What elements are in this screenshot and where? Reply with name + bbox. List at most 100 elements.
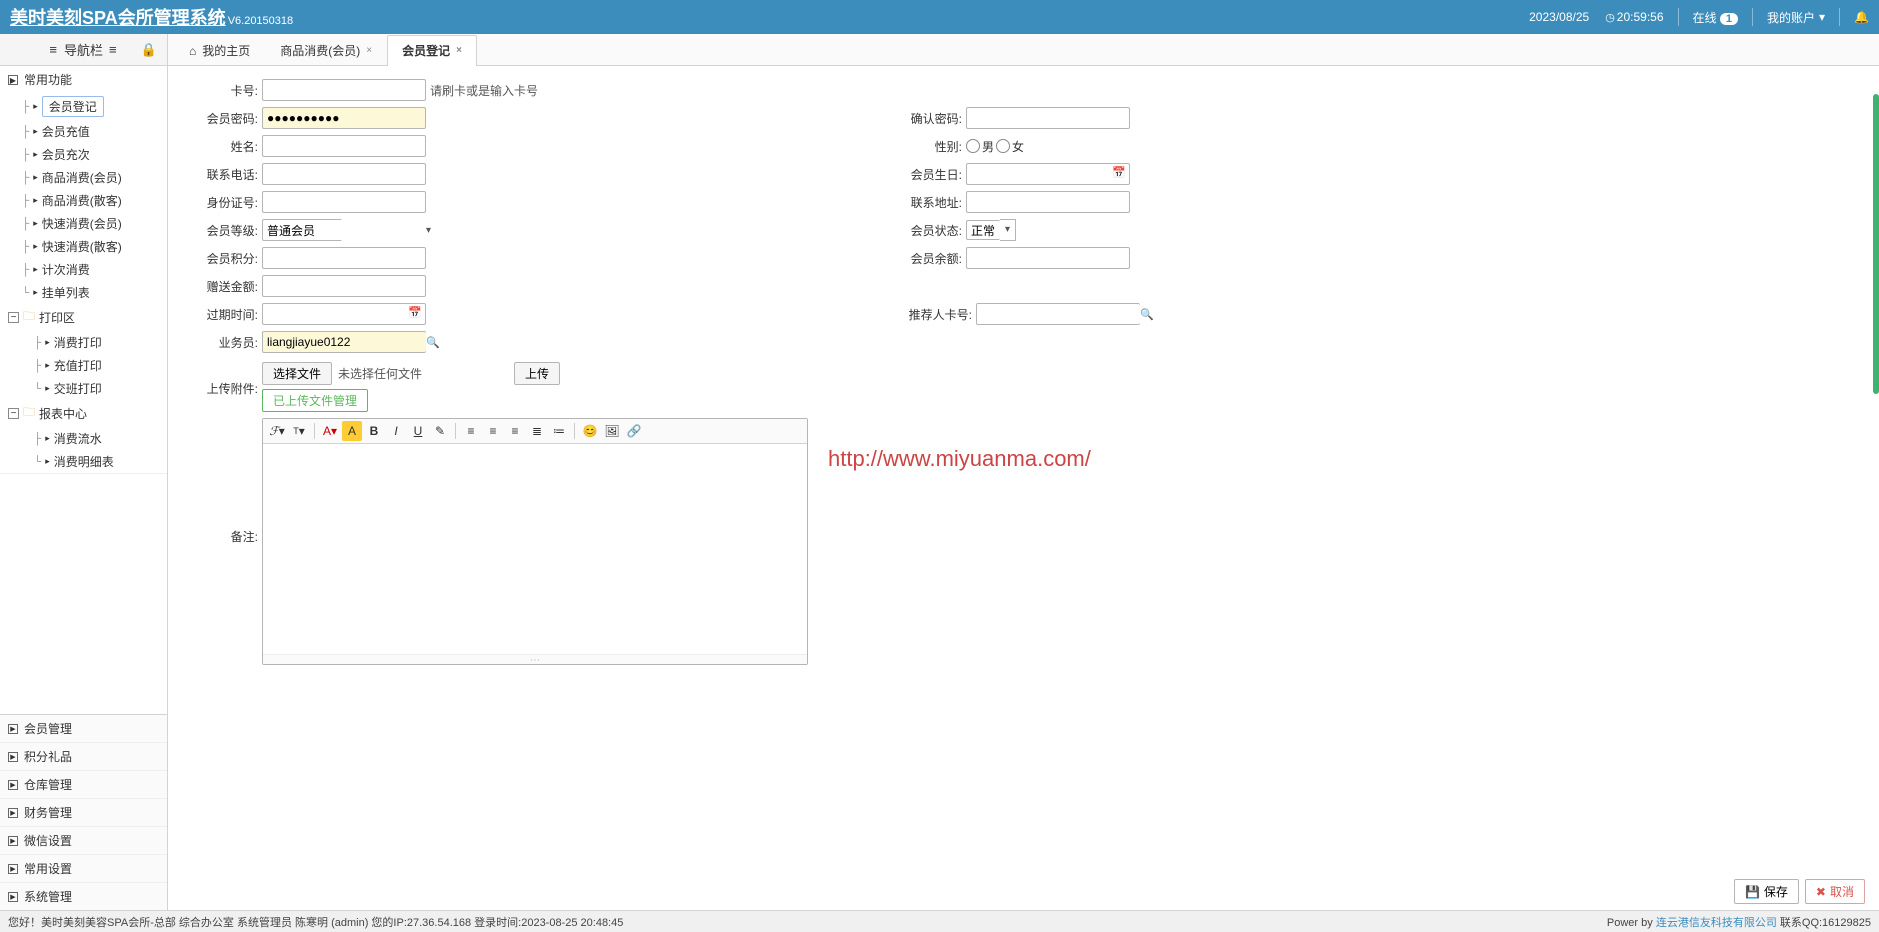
bonus-field[interactable] (262, 275, 426, 297)
sidebar-item-count-consume[interactable]: ├▸计次消费 (4, 258, 167, 281)
font-family-button[interactable]: ℱ▾ (267, 421, 287, 441)
footer-link[interactable]: 连云港信友科技有限公司 (1656, 917, 1777, 929)
password-field[interactable] (262, 107, 426, 129)
sidebar-item-consume-flow[interactable]: ├▸消费流水 (4, 427, 167, 450)
scrollbar[interactable] (1869, 34, 1879, 910)
ordered-list-button[interactable]: ≣ (527, 421, 547, 441)
sidebar-item-member-register[interactable]: ├▸会员登记 (4, 93, 167, 120)
footer: 您好！美时美刻美容SPA会所-总部 综合办公室 系统管理员 陈寒明 (admin… (0, 910, 1879, 932)
font-size-button[interactable]: T▾ (289, 421, 309, 441)
font-color-button[interactable]: A▾ (320, 421, 340, 441)
sales-lookup[interactable]: 🔍 (262, 331, 426, 353)
chevron-down-icon[interactable]: ▾ (426, 225, 431, 236)
points-field[interactable] (262, 247, 426, 269)
search-icon[interactable]: 🔍 (1140, 308, 1154, 321)
bold-button[interactable]: B (364, 421, 384, 441)
level-select[interactable]: ▾ (262, 219, 342, 241)
highlight-button[interactable]: A (342, 421, 362, 441)
status-select[interactable]: ▾ (966, 219, 1016, 241)
app-title-link[interactable]: 美时美刻SPA会所管理系统 (10, 4, 226, 30)
gender-male-radio[interactable] (966, 139, 980, 153)
sidebar-item-recharge-print[interactable]: ├▸充值打印 (4, 354, 167, 377)
save-icon: 💾 (1745, 885, 1760, 899)
birthday-field[interactable] (966, 163, 1130, 185)
close-icon[interactable]: × (456, 45, 462, 56)
sidebar-item-pending-list[interactable]: └▸挂单列表 (4, 281, 167, 304)
sidebar-bottom-system[interactable]: 系统管理 (0, 882, 167, 910)
sidebar-group-common[interactable]: 常用功能 (0, 66, 167, 93)
emoji-button[interactable]: 😊 (580, 421, 600, 441)
footer-right: Power by 连云港信友科技有限公司 联系QQ:16129825 (1607, 914, 1871, 930)
uploaded-files-button[interactable]: 已上传文件管理 (262, 389, 368, 412)
calendar-icon[interactable]: 📅 (1112, 166, 1126, 179)
calendar-icon[interactable]: 📅 (408, 306, 422, 319)
save-button[interactable]: 💾保存 (1734, 879, 1799, 904)
addr-field[interactable] (966, 191, 1130, 213)
sidebar-group-print[interactable]: −🗀打印区 (4, 304, 167, 331)
menu-icon: ≡ (109, 42, 118, 57)
label-password: 会员密码: (188, 110, 258, 127)
link-button[interactable]: 🔗 (624, 421, 644, 441)
sidebar-bottom-common-set[interactable]: 常用设置 (0, 854, 167, 882)
italic-button[interactable]: I (386, 421, 406, 441)
sidebar-bottom-points-gift[interactable]: 积分礼品 (0, 742, 167, 770)
card-no-field[interactable] (262, 79, 426, 101)
clear-format-button[interactable]: ✎ (430, 421, 450, 441)
image-button[interactable]: 🖼 (602, 421, 622, 441)
bell-icon[interactable]: 🔔 (1854, 10, 1869, 24)
idno-field[interactable] (262, 191, 426, 213)
cancel-button[interactable]: ✖取消 (1805, 879, 1865, 904)
app-title: 美时美刻SPA会所管理系统 V6.20150318 (10, 4, 293, 30)
sidebar-item-member-times[interactable]: ├▸会员充次 (4, 143, 167, 166)
sidebar-item-consume-detail[interactable]: └▸消费明细表 (4, 450, 167, 473)
gender-female-radio[interactable] (996, 139, 1010, 153)
sidebar-item-shift-print[interactable]: └▸交班打印 (4, 377, 167, 400)
sidebar-item-consume-member[interactable]: ├▸商品消费(会员) (4, 166, 167, 189)
remark-textarea[interactable] (263, 444, 807, 654)
expand-icon (8, 75, 18, 85)
sidebar-item-member-recharge[interactable]: ├▸会员充值 (4, 120, 167, 143)
upload-status: 未选择任何文件 (338, 365, 422, 382)
align-center-button[interactable]: ≡ (483, 421, 503, 441)
label-gender: 性别: (892, 138, 962, 155)
tab-member-register[interactable]: 会员登记× (387, 35, 477, 65)
sidebar-bottom-finance[interactable]: 财务管理 (0, 798, 167, 826)
name-field[interactable] (262, 135, 426, 157)
nav-header[interactable]: ≡ 导航栏 ≡ 🔒 (0, 34, 167, 66)
underline-button[interactable]: U (408, 421, 428, 441)
align-right-button[interactable]: ≡ (505, 421, 525, 441)
chevron-down-icon[interactable]: ▾ (1000, 219, 1016, 241)
topbar: 美时美刻SPA会所管理系统 V6.20150318 2023/08/25 20:… (0, 0, 1879, 34)
unordered-list-button[interactable]: ≔ (549, 421, 569, 441)
label-addr: 联系地址: (892, 194, 962, 211)
sidebar-item-fastconsume-member[interactable]: ├▸快速消费(会员) (4, 212, 167, 235)
sidebar: ≡ 导航栏 ≡ 🔒 常用功能 ├▸会员登记 ├▸会员充值 ├▸会员充次 ├▸商品… (0, 34, 168, 910)
tabs: ⌂我的主页 商品消费(会员)× 会员登记× (168, 34, 1879, 66)
sidebar-group-report[interactable]: −🗀报表中心 (4, 400, 167, 427)
editor-toolbar: ℱ▾ T▾ A▾ A B I U ✎ ≡ ≡ ≡ (263, 419, 807, 444)
balance-field[interactable] (966, 247, 1130, 269)
sidebar-bottom-wechat[interactable]: 微信设置 (0, 826, 167, 854)
editor-resize-handle[interactable]: ⋯ (263, 654, 807, 664)
account-menu[interactable]: 我的账户 ▾ (1767, 9, 1825, 26)
upload-button[interactable]: 上传 (514, 362, 560, 385)
sidebar-bottom-member-mgmt[interactable]: 会员管理 (0, 715, 167, 742)
menu-icon: ≡ (49, 42, 58, 57)
sidebar-item-consume-guest[interactable]: ├▸商品消费(散客) (4, 189, 167, 212)
tab-home[interactable]: ⌂我的主页 (174, 35, 265, 65)
tab-consume-member[interactable]: 商品消费(会员)× (265, 35, 387, 65)
search-icon[interactable]: 🔍 (426, 336, 440, 349)
lock-icon[interactable]: 🔒 (141, 42, 157, 58)
sidebar-item-fastconsume-guest[interactable]: ├▸快速消费(散客) (4, 235, 167, 258)
password2-field[interactable] (966, 107, 1130, 129)
sidebar-bottom-warehouse[interactable]: 仓库管理 (0, 770, 167, 798)
close-icon[interactable]: × (366, 45, 372, 56)
choose-file-button[interactable]: 选择文件 (262, 362, 332, 385)
sidebar-item-consume-print[interactable]: ├▸消费打印 (4, 331, 167, 354)
expire-field[interactable] (262, 303, 426, 325)
phone-field[interactable] (262, 163, 426, 185)
align-left-button[interactable]: ≡ (461, 421, 481, 441)
referrer-lookup[interactable]: 🔍 (976, 303, 1140, 325)
online-indicator[interactable]: 在线 1 (1693, 9, 1738, 26)
label-name: 姓名: (188, 138, 258, 155)
